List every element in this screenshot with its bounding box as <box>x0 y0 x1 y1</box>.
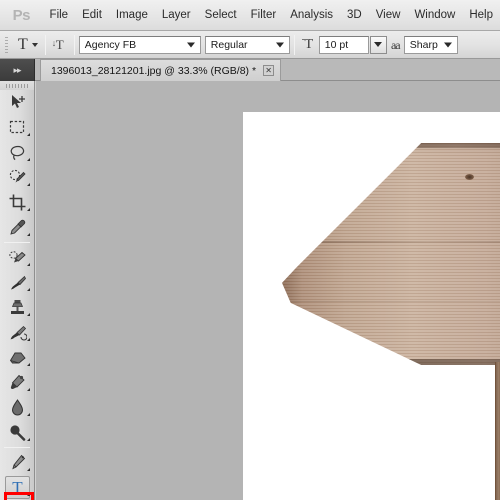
dodge-tool[interactable] <box>0 420 35 445</box>
orientation-arrow-icon: ↓ <box>51 37 57 48</box>
menu-item-view[interactable]: View <box>369 5 408 25</box>
document-tab-strip: ▸▸ 1396013_28121201.jpg @ 33.3% (RGB/8) … <box>0 59 500 81</box>
toolbox-grip[interactable] <box>0 81 34 90</box>
tool-submenu-indicator <box>27 388 30 391</box>
type-tool-icon: T <box>18 35 28 53</box>
font-style-select[interactable]: Regular <box>204 35 290 54</box>
document-workspace[interactable] <box>36 81 500 500</box>
menu-item-3d[interactable]: 3D <box>340 5 369 25</box>
anti-alias-value: Sharp <box>409 38 438 51</box>
menu-item-image[interactable]: Image <box>109 5 155 25</box>
lasso-tool[interactable] <box>0 140 35 165</box>
font-size-input[interactable]: 10 pt <box>318 35 369 54</box>
tool-submenu-indicator <box>27 413 30 416</box>
tool-submenu-indicator <box>27 438 30 441</box>
tool-submenu-indicator <box>27 468 30 471</box>
gradient-tool[interactable] <box>0 370 35 395</box>
toggle-text-orientation-icon[interactable]: ↓ T <box>50 35 70 55</box>
chevron-down-icon <box>443 42 452 47</box>
menu-item-filter[interactable]: Filter <box>244 5 284 25</box>
quick-selection-tool[interactable] <box>0 165 35 190</box>
orientation-glyph: T <box>55 36 64 52</box>
wooden-arrow-sign <box>282 143 500 365</box>
brush-tool[interactable] <box>0 270 35 295</box>
menu-item-window[interactable]: Window <box>407 5 462 25</box>
move-tool[interactable] <box>0 90 35 115</box>
tool-submenu-indicator <box>27 133 30 136</box>
sign-wood-knot <box>464 174 474 181</box>
close-icon[interactable]: ✕ <box>263 65 275 76</box>
tool-submenu-indicator <box>27 233 30 236</box>
spot-healing-brush-tool[interactable] <box>0 245 35 270</box>
font-family-select[interactable]: Agency FB <box>78 35 201 54</box>
anti-alias-select[interactable]: Sharp <box>403 35 458 54</box>
photoshop-window: Ps File Edit Image Layer Select Filter A… <box>0 0 500 500</box>
anti-alias-icon: aa <box>390 37 401 52</box>
options-bar-grip[interactable] <box>3 34 12 55</box>
menu-item-select[interactable]: Select <box>198 5 244 25</box>
chevron-down-icon <box>374 42 383 47</box>
sign-plank-seam-1 <box>282 240 500 243</box>
toolbox-separator-1 <box>4 242 30 243</box>
tool-preset-picker[interactable]: T <box>14 35 41 53</box>
clone-stamp-tool[interactable] <box>0 295 35 320</box>
image-canvas[interactable] <box>243 112 500 500</box>
tool-submenu-indicator <box>27 158 30 161</box>
tool-submenu-indicator <box>27 493 30 496</box>
tool-submenu-indicator <box>27 183 30 186</box>
tool-options-bar: T ↓ T Agency FB Regular T 10 pt aa Sharp <box>0 31 500 59</box>
font-style-value: Regular <box>210 38 248 51</box>
blur-tool[interactable] <box>0 395 35 420</box>
options-separator-3 <box>293 34 295 55</box>
rectangular-marquee-tool[interactable] <box>0 115 35 140</box>
horizontal-type-tool[interactable]: T <box>0 475 35 500</box>
options-separator-2 <box>73 34 75 55</box>
document-tab[interactable]: 1396013_28121201.jpg @ 33.3% (RGB/8) * ✕ <box>40 59 282 81</box>
toolbox-panel: T <box>0 81 35 500</box>
tool-submenu-indicator <box>27 363 30 366</box>
font-size-icon: T <box>299 35 319 55</box>
options-separator-1 <box>44 34 46 55</box>
menu-item-edit[interactable]: Edit <box>75 5 109 25</box>
tool-submenu-indicator <box>27 338 30 341</box>
tool-submenu-indicator <box>27 208 30 211</box>
menu-item-layer[interactable]: Layer <box>155 5 198 25</box>
chevron-down-icon <box>31 42 38 47</box>
font-family-value: Agency FB <box>84 38 137 51</box>
type-tool-glyph: T <box>12 478 23 497</box>
tool-submenu-indicator <box>27 313 30 316</box>
sign-bottom-edge <box>282 359 500 365</box>
chevron-down-icon <box>186 42 195 47</box>
menu-item-file[interactable]: File <box>43 5 76 25</box>
sign-plank-seam-2 <box>282 300 500 302</box>
tool-submenu-indicator <box>27 263 30 266</box>
expand-panels-button[interactable]: ▸▸ <box>0 59 35 81</box>
document-tab-title: 1396013_28121201.jpg @ 33.3% (RGB/8) * <box>51 64 257 77</box>
toolbox-separator-2 <box>4 447 30 448</box>
pen-tool[interactable] <box>0 450 35 475</box>
wooden-sign-post <box>495 362 500 500</box>
menu-item-analysis[interactable]: Analysis <box>283 5 340 25</box>
font-size-value: 10 pt <box>324 38 349 51</box>
eraser-tool[interactable] <box>0 345 35 370</box>
sign-top-edge <box>282 143 500 148</box>
menu-item-help[interactable]: Help <box>462 5 500 25</box>
history-brush-tool[interactable] <box>0 320 35 345</box>
eyedropper-tool[interactable] <box>0 215 35 240</box>
menu-bar: Ps File Edit Image Layer Select Filter A… <box>0 0 500 31</box>
crop-tool[interactable] <box>0 190 35 215</box>
font-size-dropdown-button[interactable] <box>369 35 387 54</box>
tool-submenu-indicator <box>27 288 30 291</box>
chevron-down-icon <box>275 42 284 47</box>
photoshop-logo-icon: Ps <box>12 6 31 24</box>
